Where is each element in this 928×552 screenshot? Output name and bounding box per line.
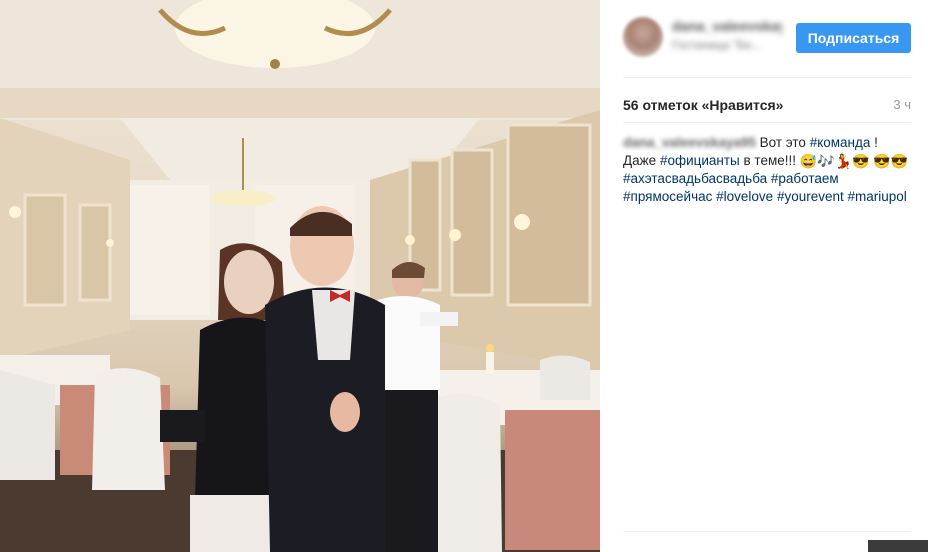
emoji-group: 😎😎 — [873, 153, 909, 169]
likes-row: 56 отметок «Нравится» 3 ч — [623, 97, 911, 115]
wall-panel — [450, 148, 494, 297]
woman-trousers — [190, 495, 275, 552]
chandelier-finial — [270, 59, 280, 69]
likes-divider — [623, 122, 911, 123]
wall-panel — [23, 193, 67, 307]
caption-author-link[interactable]: dana_valeevskaya95 — [623, 135, 756, 150]
comment-divider — [623, 531, 911, 532]
user-block: dana_valeevskaya95 Гостиница "Бе... — [672, 18, 782, 62]
sconce-light — [449, 229, 461, 241]
chair-cover — [0, 370, 55, 480]
chair-cover — [540, 355, 590, 400]
candle — [486, 352, 494, 374]
hashtag-link[interactable]: #lovelove — [716, 189, 773, 204]
chandelier-small — [210, 190, 276, 206]
woman-arm — [160, 410, 205, 442]
hashtag-link[interactable]: #прямосейчас — [623, 189, 712, 204]
hashtag-link[interactable]: #mariupol — [848, 189, 907, 204]
table-skirt — [505, 410, 600, 550]
caption-text: в теме!!! — [739, 153, 800, 168]
comment-bar — [868, 540, 928, 552]
sconce-light — [514, 214, 530, 230]
chair-cover — [92, 368, 165, 490]
curtain-left — [130, 185, 210, 315]
hashtag-link[interactable]: #работаем — [771, 171, 839, 186]
hashtag-link[interactable]: #ахэтасвадьбасвадьба — [623, 171, 767, 186]
follow-button[interactable]: Подписаться — [796, 23, 911, 53]
chair-cover — [428, 393, 502, 552]
ceiling-beam — [0, 88, 600, 118]
post-side-panel: dana_valeevskaya95 Гостиница "Бе... Подп… — [600, 0, 928, 552]
caption-text: Вот это — [759, 135, 810, 150]
waiter-shirt — [378, 296, 440, 395]
hashtag-link[interactable]: #команда — [810, 135, 871, 150]
thumbs-up-hand — [330, 392, 360, 432]
sconce-light — [106, 239, 114, 247]
waiter-arm — [420, 312, 458, 326]
username-link[interactable]: dana_valeevskaya95 — [672, 18, 782, 34]
post-caption: dana_valeevskaya95 Вот это #команда ! Да… — [623, 134, 913, 206]
photo-scene — [0, 0, 600, 552]
candle-flame — [486, 344, 494, 352]
post-header: dana_valeevskaya95 Гостиница "Бе... Подп… — [600, 0, 928, 78]
hashtag-link[interactable]: #официанты — [660, 153, 740, 168]
sconce-light — [405, 235, 415, 245]
header-divider — [623, 77, 911, 78]
waiter-trousers — [382, 390, 438, 552]
likes-count[interactable]: 56 отметок «Нравится» — [623, 97, 783, 113]
wall-panel — [78, 203, 112, 302]
location-link[interactable]: Гостиница "Бе... — [672, 38, 782, 52]
emoji-group: 😅🎶💃😎 — [799, 153, 870, 169]
post-photo[interactable] — [0, 0, 600, 552]
hashtag-link[interactable]: #yourevent — [777, 189, 844, 204]
avatar[interactable] — [623, 17, 663, 57]
sconce-light — [9, 206, 21, 218]
post-time[interactable]: 3 ч — [893, 97, 911, 112]
